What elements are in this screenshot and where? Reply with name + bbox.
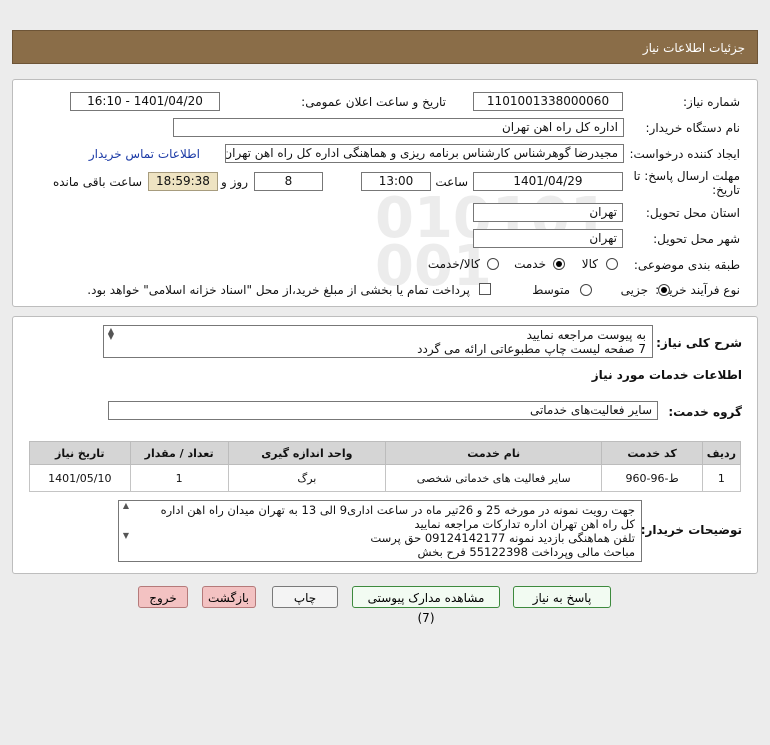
buyer-org-label: نام دستگاه خریدار: bbox=[645, 121, 741, 135]
category-radio-goods[interactable] bbox=[606, 258, 618, 270]
cell-unit: برگ bbox=[227, 464, 386, 492]
buyer-notes-label: توضیحات خریدار: bbox=[640, 523, 742, 537]
buyer-notes-line: تلفن هماهنگی بازدید نمونه 09124142177 حق… bbox=[370, 531, 635, 545]
creator-field: مجیدرضا گوهرشناس کارشناس برنامه ریزی و ه… bbox=[225, 144, 624, 163]
category-radio-goods-service[interactable] bbox=[487, 258, 499, 270]
remaining-time-field: 18:59:38 bbox=[148, 172, 218, 191]
deadline-date-field: 1401/04/29 bbox=[473, 172, 623, 191]
services-table: ردیف کد خدمت نام خدمت واحد اندازه گیری ت… bbox=[29, 441, 742, 492]
category-radio-service[interactable] bbox=[553, 258, 565, 270]
cell-service-code: ط-96-960 bbox=[601, 464, 703, 492]
days-label: روز و bbox=[221, 175, 248, 189]
scroll-arrows-icon[interactable]: ▲ ▼ bbox=[106, 327, 116, 341]
page-title: جزئیات اطلاعات نیاز bbox=[642, 41, 745, 55]
category-label: طبقه بندی موضوعی: bbox=[633, 258, 740, 272]
creator-label: ایجاد کننده درخواست: bbox=[629, 147, 740, 161]
service-group-label: گروه خدمت: bbox=[668, 405, 742, 419]
days-remaining-field: 8 bbox=[254, 172, 323, 191]
col-quantity: تعداد / مقدار bbox=[129, 441, 229, 465]
attachments-button[interactable]: مشاهده مدارک پیوستی (7) bbox=[352, 586, 500, 625]
purchase-option-minor: جزیی bbox=[620, 283, 648, 297]
announce-field: 1401/04/20 - 16:10 bbox=[70, 92, 220, 111]
buyer-notes-textarea[interactable]: ▲ ▼ جهت رویت نمونه در مورخه 25 و 26تیر ما… bbox=[118, 500, 642, 562]
payment-note: پرداخت تمام یا بخشی از مبلغ خرید،از محل … bbox=[87, 283, 470, 297]
treasury-checkbox[interactable] bbox=[479, 283, 491, 295]
city-field: تهران bbox=[473, 229, 623, 248]
col-need-date: تاریخ نیاز bbox=[29, 441, 131, 465]
page-header: جزئیات اطلاعات نیاز bbox=[12, 30, 758, 64]
print-button[interactable]: چاپ bbox=[272, 586, 338, 608]
col-unit: واحد اندازه گیری bbox=[227, 441, 386, 465]
col-service-name: نام خدمت bbox=[384, 441, 603, 465]
buyer-contact-link[interactable]: اطلاعات تماس خریدار bbox=[89, 147, 200, 161]
buyer-org-field: اداره کل راه اهن تهران bbox=[173, 118, 624, 137]
cell-service-name: سایر فعالیت های خدماتی شخصی bbox=[384, 464, 603, 492]
purchase-option-medium: متوسط bbox=[532, 283, 570, 297]
col-row-number: ردیف bbox=[701, 441, 742, 465]
deadline-label-date: تاریخ: bbox=[712, 183, 740, 197]
deadline-hour-field: 13:00 bbox=[361, 172, 431, 191]
cell-need-date: 1401/05/10 bbox=[29, 464, 131, 492]
city-label: شهر محل تحویل: bbox=[653, 232, 740, 246]
description-line: به پیوست مراجعه نمایید bbox=[526, 328, 646, 342]
buyer-notes-line: مباحث مالی وپرداخت 55122398 فرح بخش bbox=[417, 545, 636, 559]
cell-quantity: 1 bbox=[129, 464, 229, 492]
table-row: 1 ط-96-960 سایر فعالیت های خدماتی شخصی ب… bbox=[29, 464, 742, 492]
description-label: شرح کلی نیاز: bbox=[656, 336, 742, 350]
description-line: 7 صفحه لیست چاپ مطبوعاتی ارائه می گردد bbox=[417, 342, 646, 356]
category-option-service: خدمت bbox=[514, 257, 546, 271]
need-number-label: شماره نیاز: bbox=[683, 95, 740, 109]
reply-button[interactable]: پاسخ به نیاز bbox=[513, 586, 611, 608]
back-button[interactable]: بازگشت bbox=[202, 586, 256, 608]
remaining-time-label: ساعت باقی مانده bbox=[52, 175, 142, 189]
cell-row-number: 1 bbox=[701, 464, 742, 492]
need-number-field: 1101001338000060 bbox=[473, 92, 623, 111]
need-info-panel bbox=[12, 79, 758, 307]
description-textarea[interactable]: ▲ ▼ به پیوست مراجعه نمایید 7 صفحه لیست چا… bbox=[103, 325, 653, 358]
purchase-radio-minor[interactable] bbox=[658, 284, 670, 296]
buyer-notes-line: جهت رویت نمونه در مورخه 25 و 26تیر ماه د… bbox=[160, 503, 635, 517]
services-section-title: اطلاعات خدمات مورد نیاز bbox=[591, 368, 742, 382]
exit-button[interactable]: خروج bbox=[138, 586, 188, 608]
service-group-field: سایر فعالیت‌های خدماتی bbox=[108, 401, 658, 420]
category-option-goods: کالا bbox=[581, 257, 598, 271]
table-header-row: ردیف کد خدمت نام خدمت واحد اندازه گیری ت… bbox=[29, 441, 742, 465]
purchase-radio-medium[interactable] bbox=[580, 284, 592, 296]
deadline-hour-label: ساعت bbox=[435, 175, 468, 189]
province-field: تهران bbox=[473, 203, 623, 222]
deadline-label: مهلت ارسال پاسخ: تا bbox=[633, 169, 740, 183]
province-label: استان محل تحویل: bbox=[645, 206, 740, 220]
buyer-notes-line: کل راه اهن تهران اداره تدارکات مراجعه نم… bbox=[414, 517, 635, 531]
scroll-arrows-icon[interactable]: ▲ ▼ bbox=[121, 502, 131, 540]
category-option-goods-service: کالا/خدمت bbox=[427, 257, 480, 271]
announce-label: تاریخ و ساعت اعلان عمومی: bbox=[301, 95, 446, 109]
col-service-code: کد خدمت bbox=[601, 441, 703, 465]
